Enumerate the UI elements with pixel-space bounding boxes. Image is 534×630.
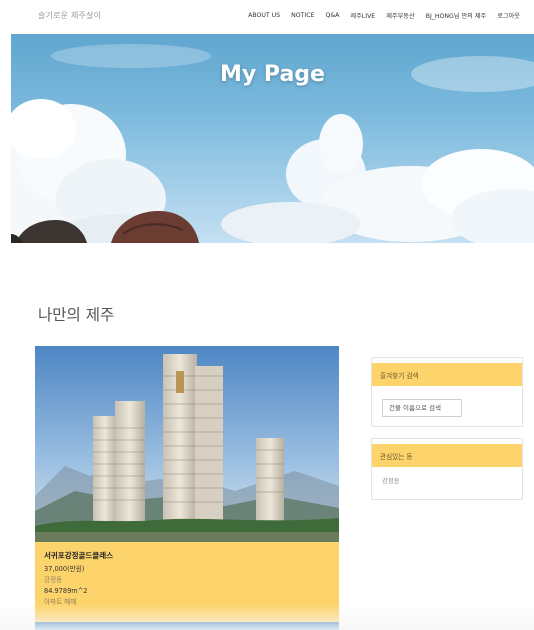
next-listing-card-edge[interactable] — [35, 622, 339, 630]
section-title: 나만의 제주 — [38, 306, 115, 324]
interest-area-item[interactable]: 강정동 — [382, 476, 512, 485]
top-navbar: 슬기로운 제주살이 ABOUT US NOTICE Q&A 제주LIVE 제주부… — [0, 0, 534, 30]
nav-link-about-us[interactable]: ABOUT US — [248, 12, 280, 19]
nav-link-jeju-real-estate[interactable]: 제주부동산 — [386, 11, 414, 20]
nav-link-jeju-live[interactable]: 제주LIVE — [350, 11, 375, 20]
hero-banner: My Page — [11, 34, 534, 243]
listing-card[interactable]: 서귀포강정골드클래스 37,000(만원) 강정동 84.9789m^2 아파트… — [35, 346, 339, 630]
building-search-input[interactable] — [382, 399, 462, 417]
nav-link-my-jeju[interactable]: BJ_HONG님 만의 제주 — [426, 11, 487, 20]
listing-area-name: 강정동 — [44, 576, 63, 584]
favorite-search-panel: 즐겨찾기 검색 — [371, 357, 523, 427]
listing-type: 아파트 매매 — [44, 598, 77, 606]
interest-area-panel-title: 관심있는 동 — [372, 444, 522, 467]
nav-link-qna[interactable]: Q&A — [325, 12, 339, 19]
favorite-search-panel-title: 즐겨찾기 검색 — [372, 363, 522, 386]
nav-menu: ABOUT US NOTICE Q&A 제주LIVE 제주부동산 BJ_HONG… — [248, 11, 520, 20]
nav-link-logout[interactable]: 로그아웃 — [497, 11, 520, 20]
listing-name[interactable]: 서귀포강정골드클래스 — [44, 550, 330, 561]
listing-info: 서귀포강정골드클래스 37,000(만원) 강정동 84.9789m^2 아파트… — [35, 542, 339, 622]
listing-price: 37,000(만원) — [44, 565, 85, 573]
listing-size: 84.9789m^2 — [44, 587, 88, 595]
page-title: My Page — [220, 62, 325, 87]
interest-area-panel: 관심있는 동 강정동 — [371, 438, 523, 500]
nav-link-notice[interactable]: NOTICE — [291, 12, 314, 19]
brand-logo-text[interactable]: 슬기로운 제주살이 — [38, 10, 101, 21]
listing-image[interactable] — [35, 346, 339, 542]
